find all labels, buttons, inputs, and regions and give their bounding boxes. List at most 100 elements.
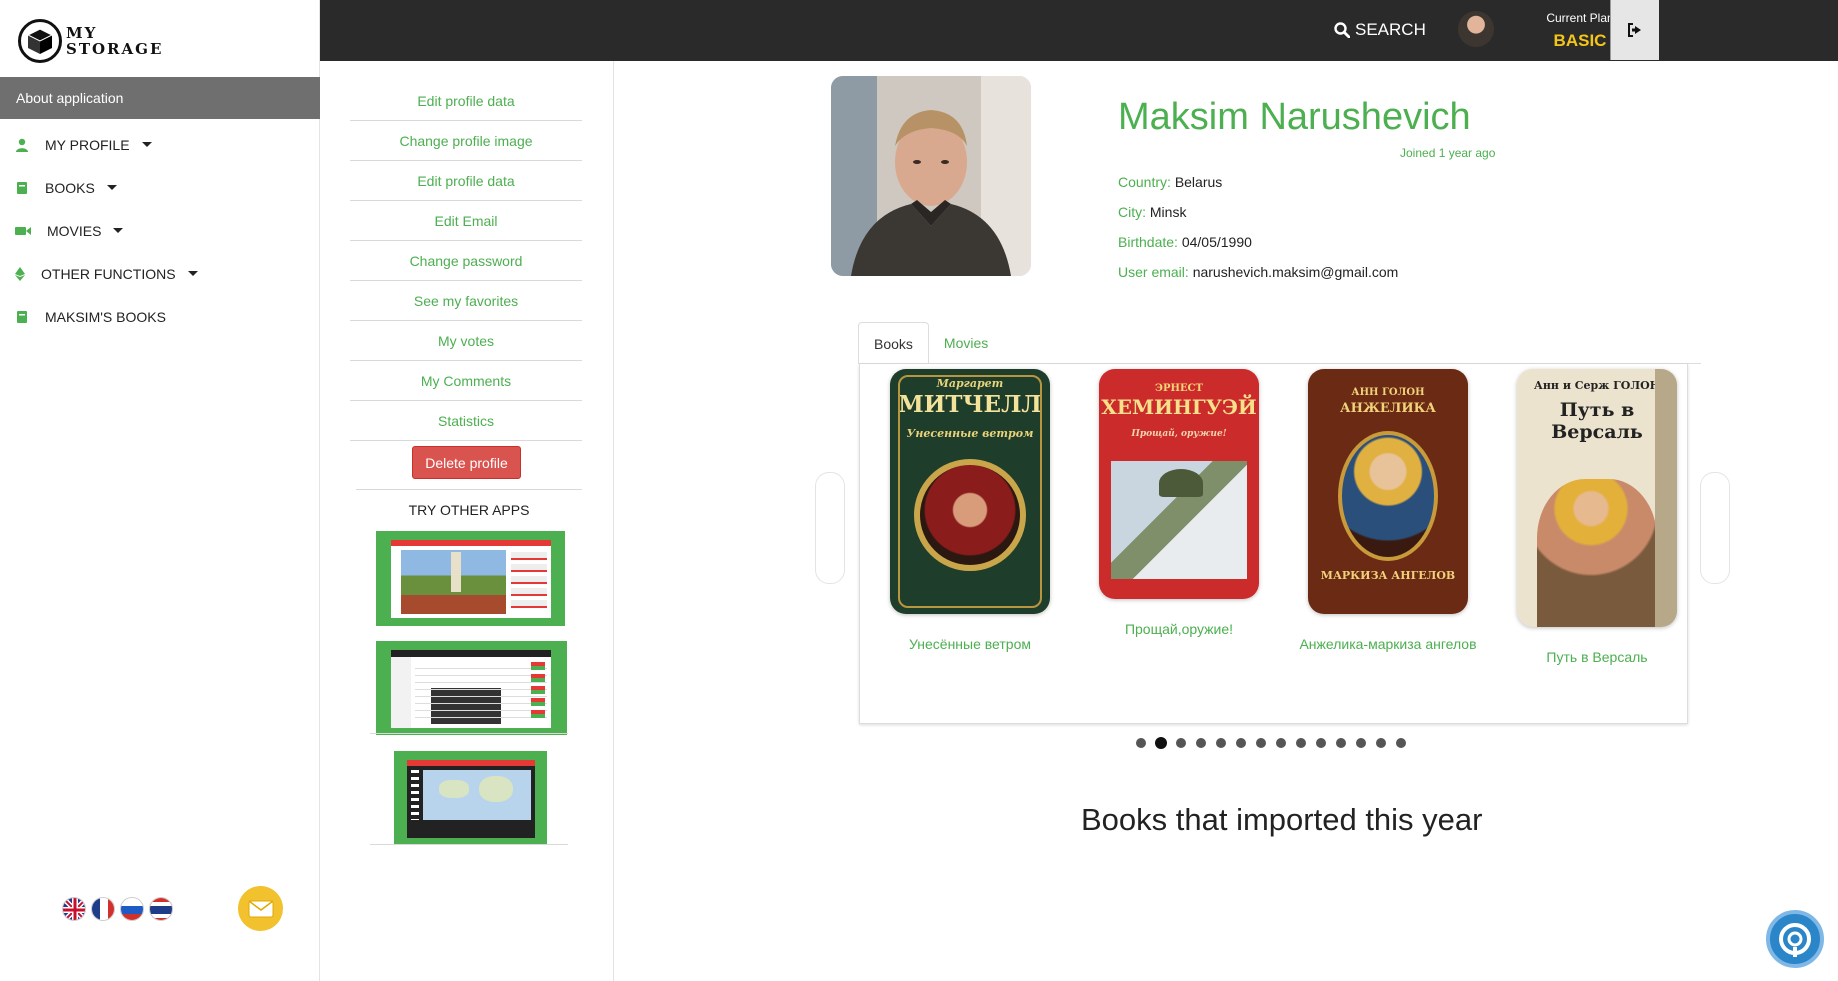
app-thumbnail-travel[interactable] (376, 531, 565, 626)
section-title: Books that imported this year (1081, 802, 1483, 837)
cover-subtitle: Прощай, оружие! (1131, 429, 1227, 439)
birthdate-row: Birthdate: 04/05/1990 (1118, 234, 1252, 250)
divider (370, 733, 568, 734)
edit-profile-data-link[interactable]: Edit profile data (350, 161, 582, 201)
my-comments-link[interactable]: My Comments (350, 361, 582, 401)
book-title: Унесённые ветром (909, 636, 1031, 652)
country-row: Country: Belarus (1118, 174, 1222, 190)
sidebar-item-books[interactable]: BOOKS (0, 166, 320, 209)
cover-title: АНЖЕЛИКА (1339, 401, 1437, 416)
user-icon (15, 138, 29, 152)
search-icon (1334, 22, 1350, 38)
caret-down-icon (113, 228, 124, 233)
book-card[interactable]: ЭРНЕСТ ХЕМИНГУЭЙ Прощай, оружие! Прощай,… (1084, 369, 1274, 639)
sign-out-icon (1628, 23, 1641, 37)
support-button[interactable] (1766, 910, 1824, 968)
birthdate-value: 04/05/1990 (1181, 234, 1252, 250)
birthdate-label: Birthdate: (1118, 234, 1178, 250)
logout-button[interactable] (1610, 0, 1659, 60)
cover-title: Путь в Версаль (1551, 399, 1643, 443)
cover-author: ЭРНЕСТ (1155, 383, 1203, 394)
see-favorites-link[interactable]: See my favorites (350, 281, 582, 321)
envelope-icon[interactable] (238, 886, 283, 931)
sidebar-item-maksims-books[interactable]: MAKSIM'S BOOKS (0, 295, 320, 338)
carousel-prev-button[interactable] (815, 472, 845, 584)
sidebar-item-label: MOVIES (47, 222, 102, 239)
carousel-dot[interactable] (1256, 738, 1266, 748)
sidebar-item-movies[interactable]: MOVIES (0, 209, 320, 252)
email-row: User email: narushevich.maksim@gmail.com (1118, 264, 1398, 280)
avatar[interactable] (1458, 11, 1494, 47)
city-row: City: Minsk (1118, 204, 1186, 220)
flag-uk-icon[interactable] (62, 897, 86, 921)
cube-logo-icon (18, 19, 62, 63)
carousel-dot[interactable] (1396, 738, 1406, 748)
language-switcher (62, 897, 173, 921)
city-label: City: (1118, 204, 1146, 220)
app-thumbnail-map[interactable] (394, 751, 547, 845)
carousel-dot[interactable] (1196, 738, 1206, 748)
sidebar-item-label: MAKSIM'S BOOKS (45, 308, 166, 325)
carousel-dot[interactable] (1356, 738, 1366, 748)
about-application-link[interactable]: About application (0, 77, 320, 119)
carousel-dot[interactable] (1136, 738, 1146, 748)
carousel-dot[interactable] (1276, 738, 1286, 748)
book-card[interactable]: Маргарет МИТЧЕЛЛ Унесенные ветром Унесён… (875, 369, 1065, 654)
cover-author: Анн и Серж ГОЛОН (1533, 379, 1661, 392)
flag-russia-icon[interactable] (120, 897, 144, 921)
flag-thailand-icon[interactable] (149, 897, 173, 921)
carousel-dot[interactable] (1216, 738, 1226, 748)
carousel-dot[interactable] (1376, 738, 1386, 748)
sidebar-item-other-functions[interactable]: OTHER FUNCTIONS (0, 252, 320, 295)
book-cover: Маргарет МИТЧЕЛЛ Унесенные ветром (890, 369, 1050, 614)
flag-france-icon[interactable] (91, 897, 115, 921)
delete-profile-button[interactable]: Delete profile (412, 446, 521, 479)
edit-profile-data-link[interactable]: Edit profile data (350, 81, 582, 121)
book-card[interactable]: АНН ГОЛОН АНЖЕЛИКА МАРКИЗА АНГЕЛОВ Анжел… (1293, 369, 1483, 654)
email-label: User email: (1118, 264, 1189, 280)
tab-movies[interactable]: Movies (929, 322, 1003, 364)
my-votes-link[interactable]: My votes (350, 321, 582, 361)
profile-name: Maksim Narushevich (1118, 96, 1471, 138)
carousel-dot[interactable] (1236, 738, 1246, 748)
book-icon (15, 310, 29, 324)
carousel-indicators (1136, 738, 1406, 748)
lifebuoy-icon (1779, 923, 1811, 957)
divider (370, 844, 568, 845)
book-cover: АНН ГОЛОН АНЖЕЛИКА МАРКИЗА АНГЕЛОВ (1308, 369, 1468, 614)
book-card[interactable]: Анн и Серж ГОЛОН Путь в Версаль Путь в В… (1502, 369, 1692, 667)
sidebar-item-my-profile[interactable]: MY PROFILE (0, 123, 320, 166)
app-thumbnail-storage[interactable] (376, 641, 567, 735)
country-label: Country: (1118, 174, 1171, 190)
change-profile-image-link[interactable]: Change profile image (350, 121, 582, 161)
carousel-dot[interactable] (1296, 738, 1306, 748)
country-value: Belarus (1174, 174, 1223, 190)
app-logo[interactable]: MY STORAGE (18, 18, 163, 64)
top-bar: SEARCH Current Plan BASIC (320, 0, 1838, 61)
ethereum-icon (15, 266, 25, 281)
carousel-dot[interactable] (1176, 738, 1186, 748)
carousel-dot[interactable] (1316, 738, 1326, 748)
carousel-dot[interactable] (1336, 738, 1346, 748)
book-cover: Анн и Серж ГОЛОН Путь в Версаль (1517, 369, 1677, 627)
carousel-next-button[interactable] (1700, 472, 1730, 584)
caret-down-icon (141, 142, 152, 147)
change-password-link[interactable]: Change password (350, 241, 582, 281)
profile-menu: Edit profile data Change profile image E… (320, 61, 614, 981)
cover-subtitle: МАРКИЗА АНГЕЛОВ (1320, 569, 1456, 582)
cover-author: АНН ГОЛОН (1351, 387, 1425, 398)
sidebar-item-label: MY PROFILE (45, 136, 130, 153)
statistics-link[interactable]: Statistics (350, 401, 582, 441)
search-button[interactable]: SEARCH (1334, 20, 1426, 40)
edit-email-link[interactable]: Edit Email (350, 201, 582, 241)
book-cover: ЭРНЕСТ ХЕМИНГУЭЙ Прощай, оружие! (1099, 369, 1259, 599)
city-value: Minsk (1149, 204, 1187, 220)
logo-text-line2: STORAGE (66, 40, 164, 58)
video-camera-icon (15, 224, 31, 238)
tab-books[interactable]: Books (858, 322, 929, 364)
search-label: SEARCH (1355, 20, 1426, 39)
book-title: Прощай,оружие! (1124, 621, 1234, 637)
sidebar-nav: MY PROFILE BOOKS MOVIES OTHER FUNCTIONS (0, 123, 320, 338)
carousel-dot[interactable] (1156, 738, 1166, 748)
try-other-apps-heading: TRY OTHER APPS (356, 489, 582, 518)
